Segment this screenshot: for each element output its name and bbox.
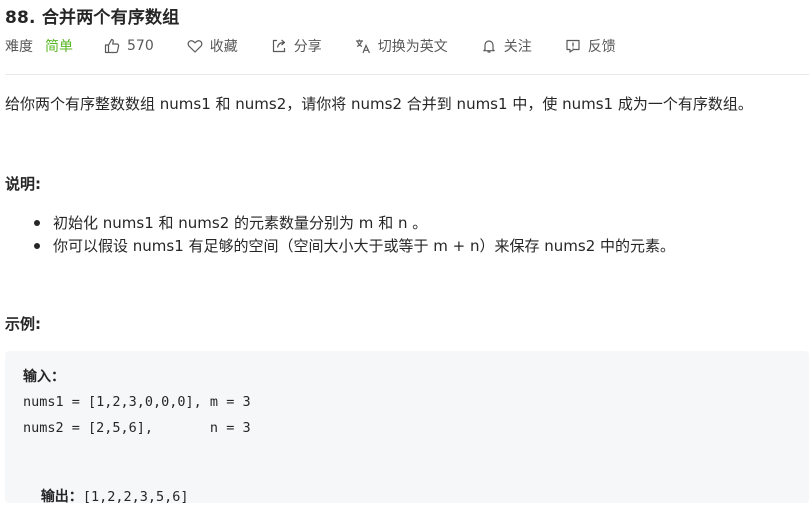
- list-item: 初始化 nums1 和 nums2 的元素数量分别为 m 和 n 。: [34, 213, 675, 236]
- share-button[interactable]: 分享: [271, 36, 322, 56]
- translate-label: 切换为英文: [377, 39, 448, 55]
- input-line-2: nums2 = [2,5,6], n = 3: [23, 420, 251, 436]
- bell-icon: [481, 38, 497, 54]
- explain-heading: 说明:: [5, 175, 41, 193]
- heart-icon: [187, 38, 203, 54]
- translate-icon: [355, 38, 371, 54]
- notes-list: 初始化 nums1 和 nums2 的元素数量分别为 m 和 n 。 你可以假设…: [34, 213, 675, 259]
- favorite-label: 收藏: [209, 39, 238, 55]
- like-button[interactable]: 570: [104, 38, 154, 54]
- problem-description: 给你两个有序整数数组 nums1 和 nums2，请你将 nums2 合并到 n…: [5, 95, 753, 113]
- translate-button[interactable]: 切换为英文: [355, 36, 448, 56]
- follow-label: 关注: [503, 39, 532, 55]
- input-label: 输入：: [23, 369, 65, 385]
- output-row: 输出：[1,2,2,3,5,6]: [23, 470, 189, 522]
- like-count: 570: [127, 38, 154, 54]
- share-label: 分享: [293, 39, 322, 55]
- problem-title: 88. 合并两个有序数组: [5, 8, 180, 28]
- share-icon: [271, 38, 287, 54]
- difficulty-badge: 简单: [45, 39, 73, 55]
- feedback-label: 反馈: [587, 39, 616, 55]
- feedback-icon: [565, 38, 581, 54]
- problem-meta-bar: 难度 简单 570 收藏 分享 切换为英文 关注 反馈: [5, 36, 616, 56]
- difficulty-label: 难度: [5, 39, 33, 55]
- list-item: 你可以假设 nums1 有足够的空间（空间大小大于或等于 m + n）来保存 n…: [34, 236, 675, 259]
- feedback-button[interactable]: 反馈: [565, 36, 616, 56]
- thumbs-up-icon: [104, 38, 120, 54]
- header-divider: [5, 74, 809, 75]
- example-code-block: 输入： nums1 = [1,2,3,0,0,0], m = 3 nums2 =…: [5, 351, 809, 505]
- follow-button[interactable]: 关注: [481, 36, 532, 56]
- input-line-1: nums1 = [1,2,3,0,0,0], m = 3: [23, 394, 251, 410]
- favorite-button[interactable]: 收藏: [187, 36, 238, 56]
- example-heading: 示例:: [5, 315, 41, 333]
